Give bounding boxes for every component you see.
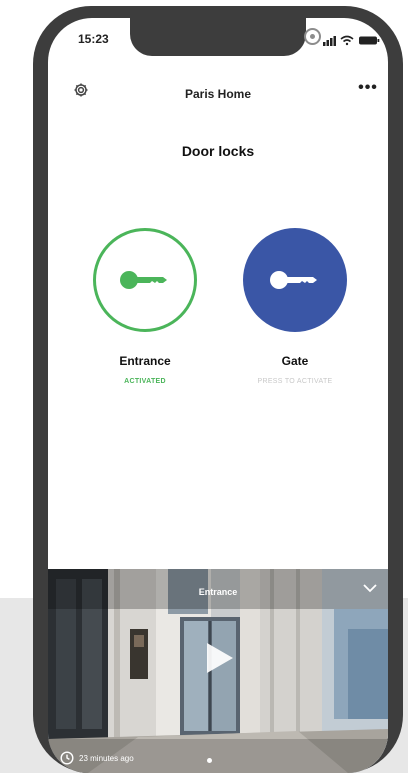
chevron-down-icon[interactable] <box>362 581 378 595</box>
lock-status: PRESS TO ACTIVATE <box>257 378 333 385</box>
status-time: 15:23 <box>78 32 109 46</box>
page-indicator-dot <box>207 758 212 763</box>
stage: 15:23 Paris Home ••• Door locks Entrance… <box>0 0 408 773</box>
lock-name: Entrance <box>119 354 171 368</box>
key-icon <box>270 271 317 289</box>
video-timestamp: 23 minutes ago <box>60 750 134 766</box>
status-icons <box>323 35 380 46</box>
wifi-icon <box>340 35 354 46</box>
section-title: Door locks <box>181 143 255 159</box>
key-icon <box>120 271 167 289</box>
battery-icon <box>359 36 380 45</box>
camera-feed[interactable]: Entrance 23 minutes ago <box>48 569 388 773</box>
clock-icon <box>60 751 74 765</box>
lock-entrance-button[interactable] <box>93 228 197 332</box>
home-title[interactable]: Paris Home <box>48 87 388 101</box>
lock-gate[interactable]: Gate PRESS TO ACTIVATE <box>240 228 350 385</box>
lock-gate-button[interactable] <box>243 228 347 332</box>
play-icon[interactable] <box>203 641 235 675</box>
lock-entrance[interactable]: Entrance ACTIVATED <box>90 228 200 385</box>
camera-icon <box>304 28 321 45</box>
signal-icon <box>323 36 336 46</box>
notch <box>130 18 306 56</box>
phone-frame: 15:23 Paris Home ••• Door locks Entrance… <box>33 6 403 773</box>
lock-name: Gate <box>281 354 309 368</box>
timestamp-text: 23 minutes ago <box>79 753 134 763</box>
phone-screen: 15:23 Paris Home ••• Door locks Entrance… <box>48 18 388 773</box>
video-title: Entrance <box>198 587 238 597</box>
more-icon[interactable]: ••• <box>357 80 379 96</box>
lock-status: ACTIVATED <box>124 378 166 385</box>
